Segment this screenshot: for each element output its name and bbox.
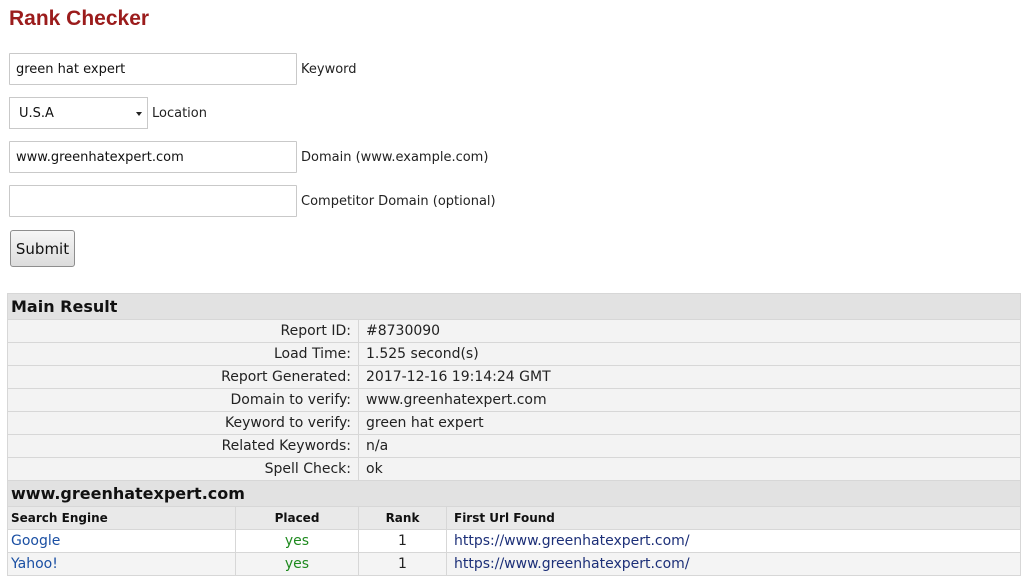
location-select[interactable]: U.S.A xyxy=(9,97,148,129)
table-row: Google yes 1 https://www.greenhatexpert.… xyxy=(7,529,1022,553)
engine-link-yahoo[interactable]: Yahoo! xyxy=(11,556,58,572)
domain-input[interactable] xyxy=(9,141,297,173)
result-key: Spell Check: xyxy=(7,457,359,481)
result-key: Domain to verify: xyxy=(7,388,359,412)
competitor-domain-label: Competitor Domain (optional) xyxy=(301,193,496,209)
rank-cell: 1 xyxy=(358,529,447,553)
chevron-down-icon xyxy=(136,111,142,116)
keyword-input[interactable] xyxy=(9,53,297,85)
location-selected-value: U.S.A xyxy=(19,105,54,121)
url-cell: https://www.greenhatexpert.com/ xyxy=(445,529,1022,553)
keyword-label: Keyword xyxy=(301,61,357,77)
result-key: Keyword to verify: xyxy=(7,411,359,435)
competitor-domain-input[interactable] xyxy=(9,185,297,217)
engines-column-header-row: Search Engine Placed Rank First Url Foun… xyxy=(7,506,1022,530)
engine-cell: Google xyxy=(7,529,236,553)
column-header-placed: Placed xyxy=(235,506,359,530)
location-row: U.S.A Location xyxy=(9,97,207,129)
result-key: Report Generated: xyxy=(7,365,359,389)
first-url-link[interactable]: https://www.greenhatexpert.com/ xyxy=(454,533,690,549)
engines-heading: www.greenhatexpert.com xyxy=(6,480,1022,507)
result-key: Load Time: xyxy=(7,342,359,366)
domain-label: Domain (www.example.com) xyxy=(301,149,489,165)
first-url-link[interactable]: https://www.greenhatexpert.com/ xyxy=(454,556,690,572)
result-value: n/a xyxy=(357,434,1022,458)
main-result-heading: Main Result xyxy=(6,293,1022,320)
competitor-row: Competitor Domain (optional) xyxy=(9,185,496,217)
result-row-keyword: Keyword to verify: green hat expert xyxy=(7,411,1022,435)
result-row-related-keywords: Related Keywords: n/a xyxy=(7,434,1022,458)
placed-cell: yes xyxy=(235,552,359,576)
results-table: Main Result Report ID: #8730090 Load Tim… xyxy=(6,293,1022,576)
placed-cell: yes xyxy=(235,529,359,553)
result-value: 1.525 second(s) xyxy=(357,342,1022,366)
main-result-header-row: Main Result xyxy=(6,293,1022,320)
result-value: green hat expert xyxy=(357,411,1022,435)
submit-button[interactable]: Submit xyxy=(10,230,75,267)
result-value: 2017-12-16 19:14:24 GMT xyxy=(357,365,1022,389)
location-label: Location xyxy=(152,105,207,121)
result-key: Related Keywords: xyxy=(7,434,359,458)
column-header-first-url: First Url Found xyxy=(445,506,1022,530)
result-row-load-time: Load Time: 1.525 second(s) xyxy=(7,342,1022,366)
result-value: www.greenhatexpert.com xyxy=(357,388,1022,412)
column-header-search-engine: Search Engine xyxy=(7,506,236,530)
result-value: #8730090 xyxy=(357,319,1022,343)
table-row: Yahoo! yes 1 https://www.greenhatexpert.… xyxy=(7,552,1022,576)
result-row-spell-check: Spell Check: ok xyxy=(7,457,1022,481)
rank-checker-page: Rank Checker Keyword U.S.A Location Doma… xyxy=(0,0,1031,586)
rank-cell: 1 xyxy=(358,552,447,576)
result-key: Report ID: xyxy=(7,319,359,343)
page-title: Rank Checker xyxy=(9,7,150,30)
result-row-domain: Domain to verify: www.greenhatexpert.com xyxy=(7,388,1022,412)
engine-link-google[interactable]: Google xyxy=(11,533,60,549)
engines-header-row: www.greenhatexpert.com xyxy=(6,480,1022,507)
domain-row: Domain (www.example.com) xyxy=(9,141,488,173)
url-cell: https://www.greenhatexpert.com/ xyxy=(445,552,1022,576)
column-header-rank: Rank xyxy=(358,506,447,530)
result-row-report-id: Report ID: #8730090 xyxy=(7,319,1022,343)
spell-check-status: ok xyxy=(357,457,1022,481)
keyword-row: Keyword xyxy=(9,53,357,85)
engine-cell: Yahoo! xyxy=(7,552,236,576)
result-row-report-generated: Report Generated: 2017-12-16 19:14:24 GM… xyxy=(7,365,1022,389)
